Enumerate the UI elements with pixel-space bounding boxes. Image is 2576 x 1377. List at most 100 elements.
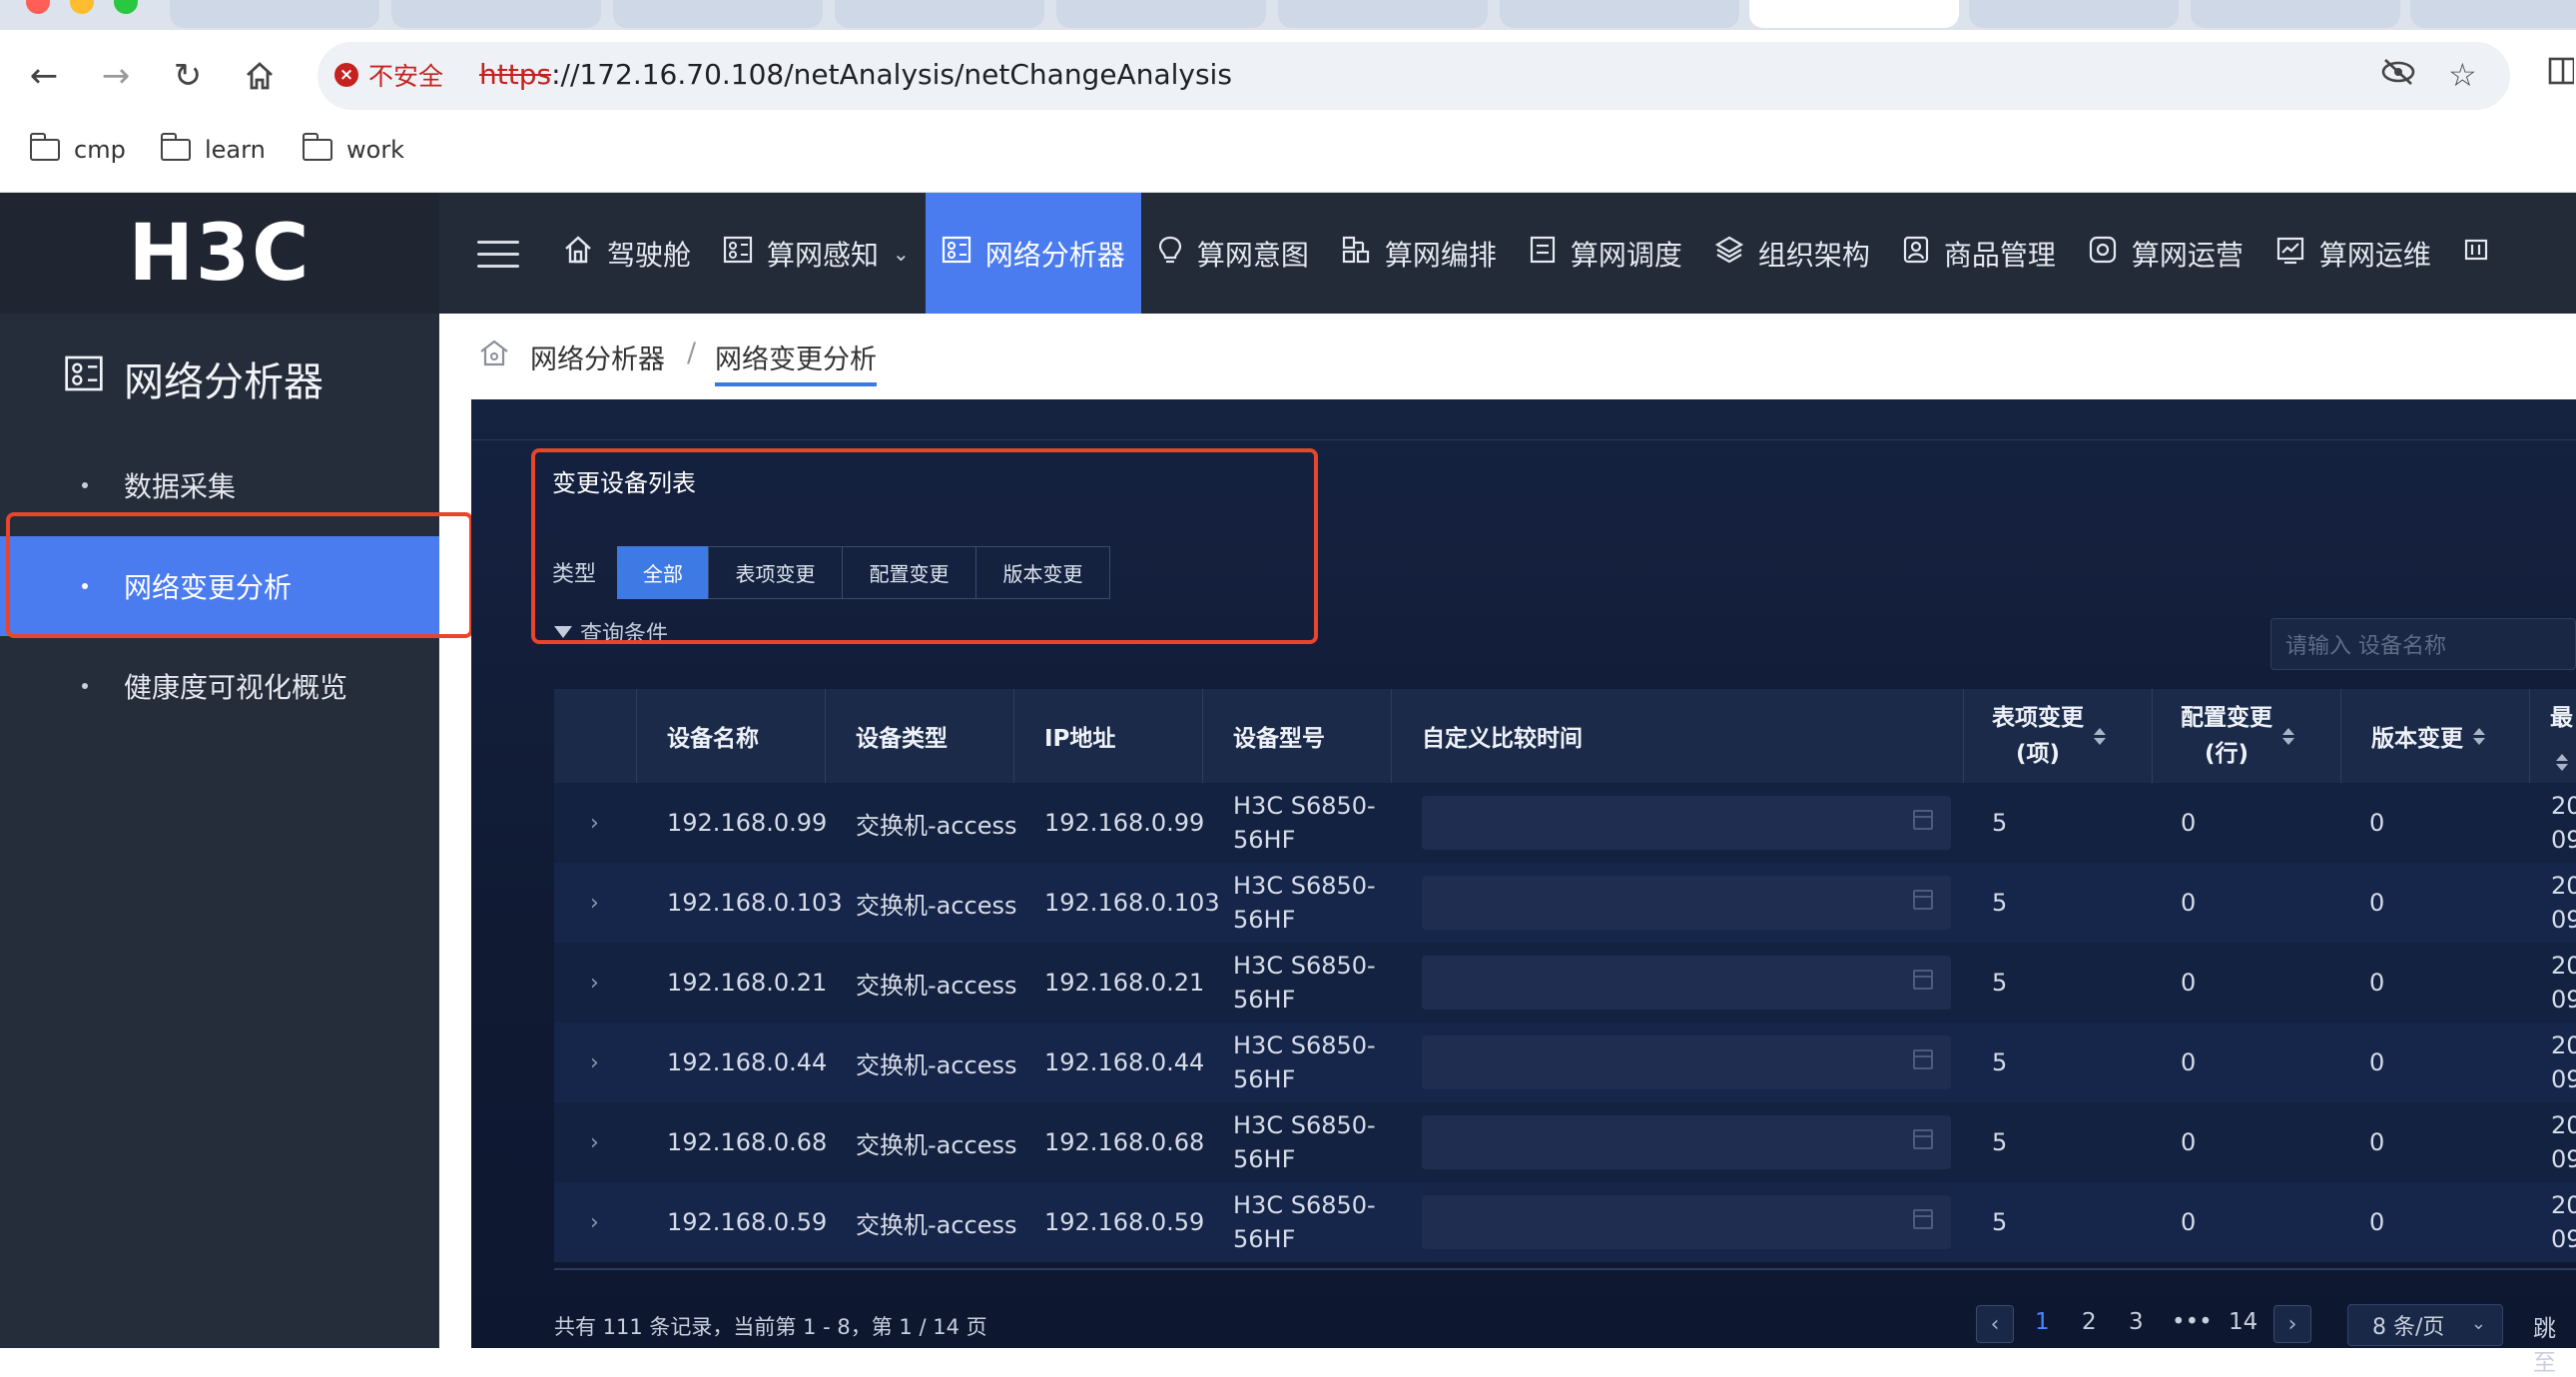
bookmark-star-icon[interactable]: ☆ [2448, 56, 2477, 94]
sort-icon[interactable] [2473, 727, 2485, 745]
expand-row-icon[interactable]: › [590, 1102, 599, 1182]
bullet-icon [82, 683, 88, 689]
back-icon[interactable]: ← [20, 52, 68, 100]
page-ellipsis[interactable]: ••• [2172, 1309, 2213, 1335]
home-icon[interactable] [477, 338, 511, 374]
nav-item-scheduling[interactable]: 算网调度 [1513, 193, 1698, 314]
col-config-change[interactable]: 配置变更 (行) [2153, 689, 2341, 783]
menu-toggle-icon[interactable] [477, 232, 519, 274]
expand-row-icon[interactable]: › [590, 1182, 599, 1262]
page-3[interactable]: 3 [2129, 1309, 2144, 1335]
browser-tab[interactable] [835, 0, 1044, 28]
prev-page-button[interactable]: ‹ [1976, 1305, 2014, 1343]
sort-icon[interactable] [2282, 727, 2294, 745]
nav-item-operation[interactable]: 算网运营 [2072, 193, 2259, 314]
browser-tab[interactable] [391, 0, 601, 28]
nav-item-intent[interactable]: 算网意图 [1141, 193, 1325, 314]
table-row[interactable]: › 192.168.0.99 交换机-access 192.168.0.99 H… [554, 783, 2576, 863]
browser-tab[interactable] [2191, 0, 2400, 28]
browser-tab[interactable] [2410, 0, 2576, 28]
next-page-button[interactable]: › [2273, 1305, 2311, 1343]
col-custom-compare-time[interactable]: 自定义比较时间 [1392, 689, 1964, 783]
nav-item-overflow[interactable] [2447, 193, 2505, 314]
expand-row-icon[interactable]: › [590, 863, 599, 943]
forward-icon[interactable]: → [92, 52, 140, 100]
nav-item-organization[interactable]: 组织架构 [1698, 193, 1886, 314]
compare-time-picker[interactable] [1422, 1195, 1951, 1249]
table-row[interactable]: › 192.168.0.103 交换机-access 192.168.0.103… [554, 863, 2576, 943]
col-version-change[interactable]: 版本变更 [2341, 689, 2530, 783]
page-14[interactable]: 14 [2229, 1309, 2257, 1335]
latest-line1: 20 [2551, 872, 2576, 900]
url-text[interactable]: https://172.16.70.108/netAnalysis/netCha… [479, 58, 1232, 91]
sidebar-item-health-overview[interactable]: 健康度可视化概览 [0, 636, 439, 736]
chevron-left-icon: ‹ [1976, 1305, 2014, 1343]
security-indicator[interactable]: × 不安全 [334, 57, 443, 93]
compare-time-picker[interactable] [1422, 1115, 1951, 1169]
tracking-protection-icon[interactable] [2380, 56, 2416, 96]
compare-time-picker[interactable] [1422, 1035, 1951, 1089]
compare-time-picker[interactable] [1422, 876, 1951, 930]
browser-tab[interactable] [1056, 0, 1266, 28]
nav-item-products[interactable]: 商品管理 [1886, 193, 2072, 314]
logo-area[interactable]: H3C [0, 193, 439, 314]
bookmark-cmp[interactable]: cmp [30, 133, 126, 164]
bookmark-learn[interactable]: learn [161, 133, 266, 164]
cell-latest: 20 09 [2551, 1182, 2576, 1262]
col-device-model[interactable]: 设备型号 [1203, 689, 1392, 783]
cell-latest: 20 09 [2551, 943, 2576, 1023]
browser-tab[interactable] [613, 0, 823, 28]
maximize-window-button[interactable] [114, 0, 138, 14]
reload-icon[interactable]: ↻ [164, 52, 212, 100]
nav-item-orchestration[interactable]: 算网编排 [1325, 193, 1513, 314]
expand-row-icon[interactable]: › [590, 783, 599, 863]
table-row[interactable]: › 192.168.0.59 交换机-access 192.168.0.59 H… [554, 1182, 2576, 1262]
col-device-type[interactable]: 设备类型 [826, 689, 1014, 783]
cell-device-name: 192.168.0.99 [667, 809, 828, 837]
sort-icon[interactable] [2555, 754, 2568, 771]
col-label: 最 [2550, 700, 2573, 772]
table-row[interactable]: › 192.168.0.44 交换机-access 192.168.0.44 H… [554, 1023, 2576, 1102]
nav-item-network-analyzer[interactable]: 网络分析器 [925, 193, 1141, 314]
user-card-icon [1902, 235, 1930, 273]
device-name-search-input[interactable]: 请输入 设备名称 [2270, 618, 2576, 670]
page-1[interactable]: 1 [2035, 1309, 2050, 1335]
table-row[interactable]: › 192.168.0.68 交换机-access 192.168.0.68 H… [554, 1102, 2576, 1182]
col-device-name[interactable]: 设备名称 [637, 689, 826, 783]
browser-tab[interactable] [1969, 0, 2179, 28]
sidepanel-icon[interactable] [2548, 56, 2576, 94]
browser-tab[interactable] [1500, 0, 1739, 28]
cell-device-name: 192.168.0.68 [667, 1128, 828, 1156]
chart-monitor-icon [2275, 235, 2305, 273]
table-row[interactable]: › 192.168.0.21 交换机-access 192.168.0.21 H… [554, 943, 2576, 1023]
col-latest[interactable]: 最 [2530, 689, 2576, 783]
breadcrumb-root[interactable]: 网络分析器 [530, 338, 665, 376]
browser-tab-active[interactable] [1749, 0, 1959, 28]
expand-row-icon[interactable]: › [590, 1023, 599, 1102]
expand-row-icon[interactable]: › [590, 943, 599, 1023]
latest-line1: 20 [2551, 792, 2576, 820]
cell-entry-change: 5 [1992, 1128, 2008, 1156]
home-icon[interactable] [236, 52, 284, 100]
col-entry-change[interactable]: 表项变更 (项) [1964, 689, 2153, 783]
col-label-line2: (行) [2204, 741, 2250, 767]
nav-item-perception[interactable]: 算网感知 ⌄ [707, 193, 926, 314]
compare-time-picker[interactable] [1422, 796, 1951, 850]
cell-config-change: 0 [2181, 1208, 2197, 1236]
browser-tab[interactable] [170, 0, 379, 28]
page-size-select[interactable]: 8 条/页 ⌄ [2347, 1304, 2503, 1346]
close-window-button[interactable] [26, 0, 50, 14]
cell-version-change: 0 [2369, 889, 2385, 917]
minimize-window-button[interactable] [70, 0, 94, 14]
bookmark-work[interactable]: work [303, 133, 404, 164]
page-2[interactable]: 2 [2082, 1309, 2097, 1335]
compare-time-picker[interactable] [1422, 956, 1951, 1010]
nav-item-cockpit[interactable]: 驾驶舱 [547, 193, 707, 314]
nav-label: 商品管理 [1943, 238, 2056, 272]
cell-entry-change: 5 [1992, 969, 2008, 997]
nav-label: 算网运维 [2318, 238, 2431, 272]
col-ip-address[interactable]: IP地址 [1014, 689, 1203, 783]
sort-icon[interactable] [2094, 727, 2106, 745]
nav-item-maintenance[interactable]: 算网运维 [2259, 193, 2447, 314]
browser-tab[interactable] [1278, 0, 1488, 28]
